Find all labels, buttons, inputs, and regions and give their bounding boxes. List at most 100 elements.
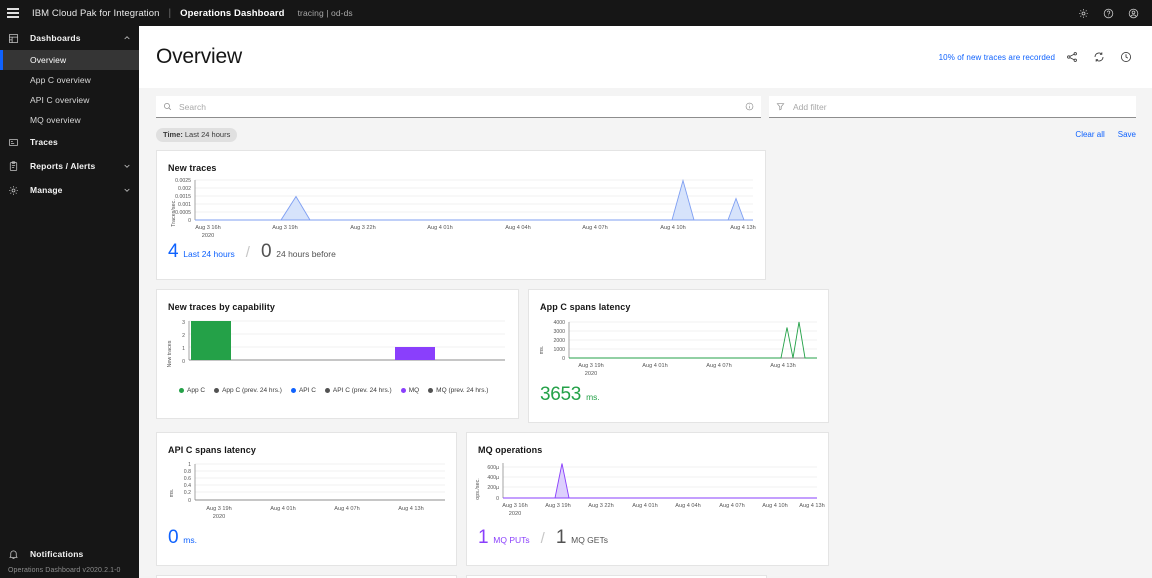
svg-text:Aug 4 10h: Aug 4 10h — [762, 503, 788, 509]
legend-label: API C (prev. 24 hrs.) — [332, 387, 392, 394]
traces-icon — [6, 135, 21, 150]
mq-operations-chart[interactable]: ops./sec. 600µ 400µ 200µ 0 Aug 3 16h 202… — [467, 455, 828, 527]
svg-text:Aug 4 01h: Aug 4 01h — [427, 225, 453, 231]
chevron-up-icon — [122, 33, 132, 43]
mq-operations-metrics: 1 MQ PUTs / 1 MQ GETs — [467, 527, 828, 549]
legend-label: App C (prev. 24 hrs.) — [222, 387, 282, 394]
metric-value-gets: 1 — [555, 527, 567, 548]
app-version: Operations Dashboard v2020.2.1-0 — [8, 567, 121, 574]
metric-unit: ms. — [183, 535, 197, 545]
svg-text:0: 0 — [496, 496, 499, 502]
legend-dot-icon — [324, 388, 330, 393]
sidebar-item-label: Overview — [30, 55, 67, 65]
chevron-down-icon — [122, 161, 132, 171]
user-avatar-icon[interactable] — [1121, 0, 1146, 26]
legend-dot-icon — [214, 388, 220, 393]
svg-text:ms.: ms. — [539, 346, 545, 355]
metric-value-current: 4 — [168, 241, 179, 262]
metric-separator: / — [540, 530, 545, 547]
share-icon[interactable] — [1062, 47, 1082, 67]
gear-icon[interactable] — [1071, 0, 1096, 26]
left-sidebar: Dashboards Overview App C overview API C… — [0, 26, 139, 578]
svg-text:0.8: 0.8 — [184, 469, 191, 475]
metric-value: 3653 — [540, 384, 582, 405]
recording-rate-link[interactable]: 10% of new traces are recorded — [939, 53, 1055, 62]
search-and-filter-bar: Add filter — [139, 88, 1152, 118]
search-icon — [163, 98, 172, 116]
notifications-label: Notifications — [30, 549, 84, 559]
sidebar-item-mq-overview[interactable]: MQ overview — [0, 110, 139, 130]
manage-icon — [6, 183, 21, 198]
card-api-c-spans-latency: API C spans latency ms. 1 0.8 0.6 0.4 0.… — [156, 432, 457, 566]
new-traces-metrics: 4 Last 24 hours / 0 24 hours before — [157, 241, 765, 263]
svg-text:2: 2 — [182, 333, 185, 339]
sidebar-group-label: Manage — [30, 185, 63, 195]
dashboards-icon — [6, 31, 21, 46]
sidebar-group-reports-alerts[interactable]: Reports / Alerts — [0, 154, 139, 178]
svg-text:0.6: 0.6 — [184, 476, 191, 482]
svg-text:Aug 4 01h: Aug 4 01h — [270, 506, 296, 512]
svg-text:2020: 2020 — [202, 233, 214, 239]
svg-text:Aug 4 01h: Aug 4 01h — [632, 503, 658, 509]
sidebar-item-api-c-overview[interactable]: API C overview — [0, 90, 139, 110]
svg-text:0: 0 — [188, 218, 191, 224]
sidebar-group-dashboards[interactable]: Dashboards — [0, 26, 139, 50]
search-field-wrapper[interactable] — [156, 96, 761, 118]
svg-text:Aug 4 07h: Aug 4 07h — [706, 363, 732, 369]
appc-latency-chart[interactable]: ms. 4000 3000 2000 1000 0 Aug 3 19h 2020… — [529, 312, 828, 384]
page-title: Overview — [156, 45, 242, 68]
card-app-c-spans-latency: App C spans latency ms. 4000 3000 2000 1… — [528, 289, 829, 423]
save-button[interactable]: Save — [1118, 130, 1136, 139]
apic-latency-metric: 0 ms. — [157, 527, 456, 549]
svg-text:0.0005: 0.0005 — [175, 210, 191, 216]
refresh-icon[interactable] — [1089, 47, 1109, 67]
filter-chip-time[interactable]: Time: Last 24 hours — [156, 127, 238, 142]
svg-text:0: 0 — [562, 356, 565, 362]
chevron-down-icon — [122, 185, 132, 195]
main-content: Overview 10% of new traces are recorded — [139, 26, 1152, 578]
legend-label: MQ (prev. 24 hrs.) — [436, 387, 489, 394]
metric-label-previous: 24 hours before — [276, 249, 336, 259]
svg-text:Aug 4 07h: Aug 4 07h — [719, 503, 745, 509]
new-traces-chart[interactable]: Traces/sec. 0.0025 0.002 0.0015 0.001 0.… — [157, 173, 765, 241]
dashboard-grid: New traces Traces/sec. 0.0025 0.002 0.00… — [139, 144, 1152, 578]
mq-operations-svg: ops./sec. 600µ 400µ 200µ 0 Aug 3 16h 202… — [475, 463, 825, 517]
header-actions — [1071, 0, 1152, 26]
filter-icon — [776, 98, 785, 116]
info-icon[interactable] — [745, 98, 754, 116]
svg-text:Aug 4 04h: Aug 4 04h — [505, 225, 531, 231]
metric-unit: ms. — [586, 392, 600, 402]
svg-text:Aug 4 13h: Aug 4 13h — [770, 363, 796, 369]
sidebar-item-label: API C overview — [30, 95, 90, 105]
time-range-icon[interactable] — [1116, 47, 1136, 67]
appc-latency-svg: ms. 4000 3000 2000 1000 0 Aug 3 19h 2020… — [539, 320, 817, 377]
clear-all-button[interactable]: Clear all — [1075, 130, 1104, 139]
card-title: App C spans latency — [540, 302, 631, 312]
svg-text:Aug 3 19h: Aug 3 19h — [578, 363, 604, 369]
capability-bar-chart[interactable]: New traces 3 2 1 0 — [157, 312, 518, 384]
sidebar-item-overview[interactable]: Overview — [0, 50, 139, 70]
metric-value-previous: 0 — [260, 241, 272, 262]
svg-text:3: 3 — [182, 320, 185, 326]
hamburger-menu-icon[interactable] — [0, 0, 26, 26]
svg-text:0.2: 0.2 — [184, 490, 191, 496]
apic-latency-chart[interactable]: ms. 1 0.8 0.6 0.4 0.2 0 Aug 3 19h 2020 A… — [157, 455, 456, 527]
card-title: New traces by capability — [168, 302, 275, 312]
svg-text:Aug 3 22h: Aug 3 22h — [588, 503, 614, 509]
global-header: IBM Cloud Pak for Integration | Operatio… — [0, 0, 1152, 26]
metric-label-current: Last 24 hours — [183, 249, 235, 259]
sidebar-item-traces[interactable]: Traces — [0, 130, 139, 154]
sidebar-group-manage[interactable]: Manage — [0, 178, 139, 202]
search-input[interactable] — [172, 101, 745, 112]
help-icon[interactable] — [1096, 0, 1121, 26]
svg-text:400µ: 400µ — [487, 475, 499, 481]
svg-text:2020: 2020 — [213, 514, 225, 520]
card-title: MQ operations — [478, 445, 543, 455]
add-filter-field[interactable]: Add filter — [769, 96, 1136, 118]
sidebar-item-notifications[interactable]: Notifications — [0, 543, 139, 565]
svg-text:2020: 2020 — [509, 511, 521, 517]
brand-name: IBM Cloud Pak for Integration — [32, 7, 160, 19]
svg-text:New traces: New traces — [167, 340, 173, 367]
product-name[interactable]: Operations Dashboard — [180, 8, 284, 19]
sidebar-item-app-c-overview[interactable]: App C overview — [0, 70, 139, 90]
